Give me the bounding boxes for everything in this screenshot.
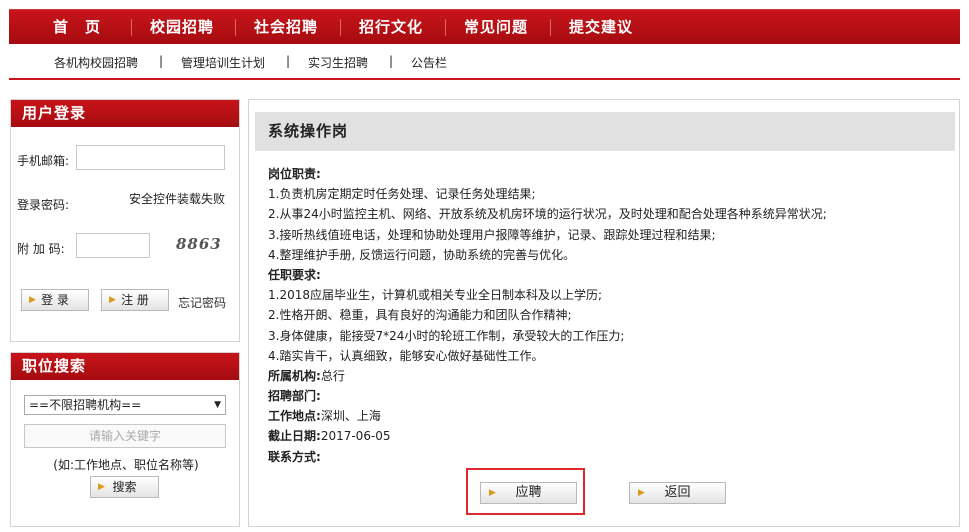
requirement-item: 4.踏实肯干，认真细致，能够安心做好基础性工作。 <box>268 348 544 363</box>
login-button-label: 登 录 <box>41 293 69 307</box>
nav-campus-recruitment[interactable]: 校园招聘 <box>150 10 214 45</box>
sub-navigation: 各机构校园招聘 | 管理培训生计划 | 实习生招聘 | 公告栏 <box>9 46 960 80</box>
duty-item: 3.接听热线值班电话，处理和协助处理用户报障等维护，记录、跟踪处理过程和结果; <box>268 227 716 242</box>
location-value: 深圳、上海 <box>320 409 381 424</box>
subnav-campus-by-org[interactable]: 各机构校园招聘 <box>54 54 138 71</box>
captcha-input[interactable] <box>76 233 150 258</box>
requirements-label: 任职要求: <box>268 267 321 282</box>
duty-item: 4.整理维护手册, 反馈运行问题，协助系统的完善与优化。 <box>268 247 576 262</box>
deadline-value: 2017-06-05 <box>320 429 391 444</box>
arrow-right-icon: ▶ <box>489 488 496 498</box>
deadline-label: 截止日期: <box>268 429 321 444</box>
nav-divider <box>340 19 341 36</box>
job-details: 岗位职责: 1.负责机房定期定时任务处理、记录任务处理结果; 2.从事24小时监… <box>268 164 948 467</box>
job-search-panel-title: 职位搜索 <box>11 353 239 380</box>
keyword-hint: (如:工作地点、职位名称等) <box>53 458 199 472</box>
search-button-label: 搜索 <box>112 480 137 494</box>
nav-divider <box>235 19 236 36</box>
job-detail-panel: 系统操作岗 岗位职责: 1.负责机房定期定时任务处理、记录任务处理结果; 2.从… <box>248 99 960 527</box>
subnav-separator: | <box>389 54 394 68</box>
login-panel: 用户登录 手机邮箱: 登录密码: 安全控件装载失败 附 加 码: 8863 ▶ … <box>10 99 240 342</box>
org-value: 总行 <box>320 368 345 383</box>
dept-label: 招聘部门: <box>268 389 321 404</box>
arrow-right-icon: ▶ <box>29 295 36 305</box>
requirement-item: 3.身体健康，能接受7*24小时的轮班工作制，承受较大的工作压力; <box>268 328 625 343</box>
register-button[interactable]: ▶ 注 册 <box>101 289 169 311</box>
back-button[interactable]: ▶ 返回 <box>629 482 726 504</box>
arrow-right-icon: ▶ <box>638 488 645 498</box>
nav-home[interactable]: 首 页 <box>53 10 101 45</box>
subnav-bulletin[interactable]: 公告栏 <box>411 54 447 71</box>
forgot-password-link[interactable]: 忘记密码 <box>178 294 226 311</box>
top-navigation: 首 页 校园招聘 社会招聘 招行文化 常见问题 提交建议 <box>9 9 960 44</box>
duty-item: 2.从事24小时监控主机、网络、开放系统及机房环境的运行状况，及时处理和配合处理… <box>268 207 827 222</box>
search-button[interactable]: ▶ 搜索 <box>90 476 159 498</box>
subnav-separator: | <box>159 54 164 68</box>
login-button[interactable]: ▶ 登 录 <box>21 289 89 311</box>
subnav-separator: | <box>286 54 291 68</box>
contact-label: 联系方式: <box>268 449 321 464</box>
login-panel-title: 用户登录 <box>11 100 239 127</box>
nav-divider <box>550 19 551 36</box>
requirement-item: 2.性格开朗、稳重，具有良好的沟通能力和团队合作精神; <box>268 308 572 323</box>
nav-faq[interactable]: 常见问题 <box>464 10 528 45</box>
keyword-input[interactable]: 请输入关键字 <box>24 424 226 448</box>
phone-email-label: 手机邮箱: <box>17 154 70 168</box>
location-label: 工作地点: <box>268 409 321 424</box>
org-label: 所属机构: <box>268 368 321 383</box>
job-search-panel: 职位搜索 ==不限招聘机构== ▼ 请输入关键字 (如:工作地点、职位名称等) … <box>10 352 240 527</box>
captcha-image[interactable]: 8863 <box>176 235 222 253</box>
arrow-right-icon: ▶ <box>98 482 105 492</box>
subnav-management-trainee[interactable]: 管理培训生计划 <box>181 54 265 71</box>
caret-down-icon: ▼ <box>214 400 221 410</box>
nav-feedback[interactable]: 提交建议 <box>569 10 633 45</box>
subnav-internship[interactable]: 实习生招聘 <box>308 54 368 71</box>
apply-button-label: 应聘 <box>515 485 542 500</box>
job-title: 系统操作岗 <box>255 112 955 151</box>
arrow-right-icon: ▶ <box>109 295 116 305</box>
apply-button[interactable]: ▶ 应聘 <box>480 482 577 504</box>
duties-label: 岗位职责: <box>268 167 321 181</box>
register-button-label: 注 册 <box>121 293 149 307</box>
nav-divider <box>445 19 446 36</box>
password-label: 登录密码: <box>17 198 70 212</box>
captcha-label: 附 加 码: <box>17 242 65 256</box>
org-select-value: ==不限招聘机构== <box>29 398 142 412</box>
security-control-notice: 安全控件装载失败 <box>129 192 226 206</box>
nav-culture[interactable]: 招行文化 <box>359 10 423 45</box>
org-select[interactable]: ==不限招聘机构== ▼ <box>24 395 226 415</box>
duty-item: 1.负责机房定期定时任务处理、记录任务处理结果; <box>268 187 536 202</box>
nav-divider <box>131 19 132 36</box>
back-button-label: 返回 <box>664 485 691 500</box>
requirement-item: 1.2018应届毕业生，计算机或相关专业全日制本科及以上学历; <box>268 288 603 303</box>
phone-email-input[interactable] <box>76 145 225 170</box>
nav-social-recruitment[interactable]: 社会招聘 <box>254 10 318 45</box>
